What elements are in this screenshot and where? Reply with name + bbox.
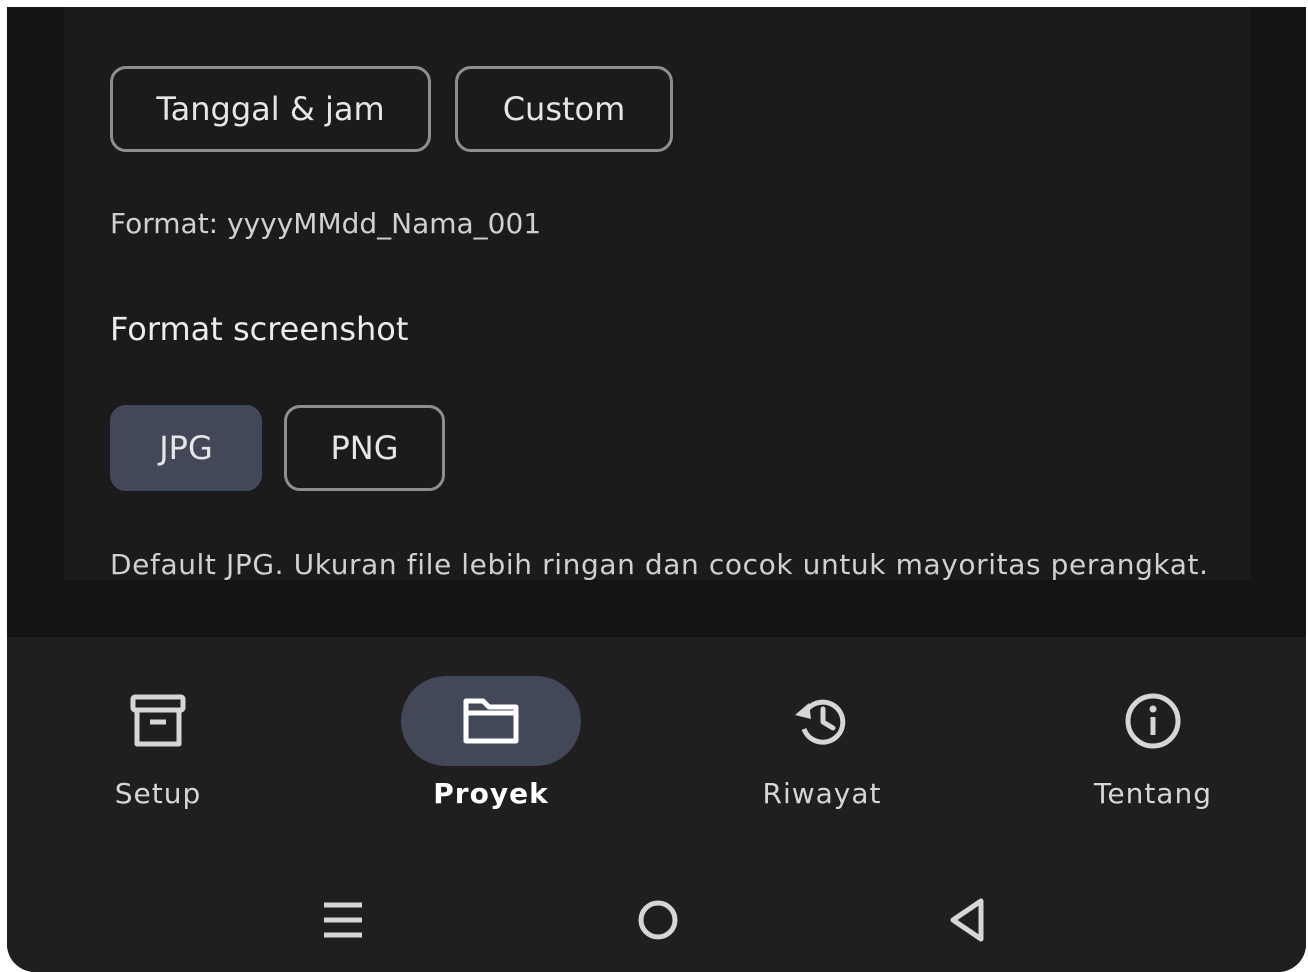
info-icon: [1125, 693, 1181, 749]
nav-label-proyek: Proyek: [433, 777, 549, 810]
screenshot-format-description: Default JPG. Ukuran file lebih ringan da…: [110, 548, 1209, 581]
nav-label-tentang: Tentang: [1094, 777, 1212, 810]
nav-label-setup: Setup: [114, 777, 202, 810]
nav-item-setup[interactable]: Setup: [7, 637, 318, 865]
nav-item-riwayat[interactable]: Riwayat: [662, 637, 982, 865]
nav-label-riwayat: Riwayat: [762, 777, 882, 810]
format-option-png[interactable]: PNG: [284, 405, 445, 491]
screenshot-format-title: Format screenshot: [110, 310, 409, 348]
bottom-navigation: Setup Proyek Riwayat Tentang: [7, 637, 1306, 865]
folder-icon: [463, 698, 519, 744]
nav-item-proyek[interactable]: Proyek: [331, 637, 651, 865]
history-icon: [795, 699, 846, 745]
filename-format-text: Format: yyyyMMdd_Nama_001: [110, 207, 542, 240]
format-option-jpg[interactable]: JPG: [110, 405, 262, 491]
filename-option-custom[interactable]: Custom: [455, 66, 673, 152]
recents-icon[interactable]: [318, 895, 368, 945]
system-navigation-bar: [7, 865, 1306, 972]
filename-option-date-time[interactable]: Tanggal & jam: [110, 66, 431, 152]
archive-icon: [130, 694, 186, 747]
back-icon[interactable]: [943, 895, 993, 945]
app-screen: Tanggal & jam Custom Format: yyyyMMdd_Na…: [7, 7, 1306, 972]
nav-item-tentang[interactable]: Tentang: [993, 637, 1306, 865]
settings-card: Tanggal & jam Custom Format: yyyyMMdd_Na…: [64, 7, 1251, 581]
home-icon[interactable]: [633, 895, 683, 945]
